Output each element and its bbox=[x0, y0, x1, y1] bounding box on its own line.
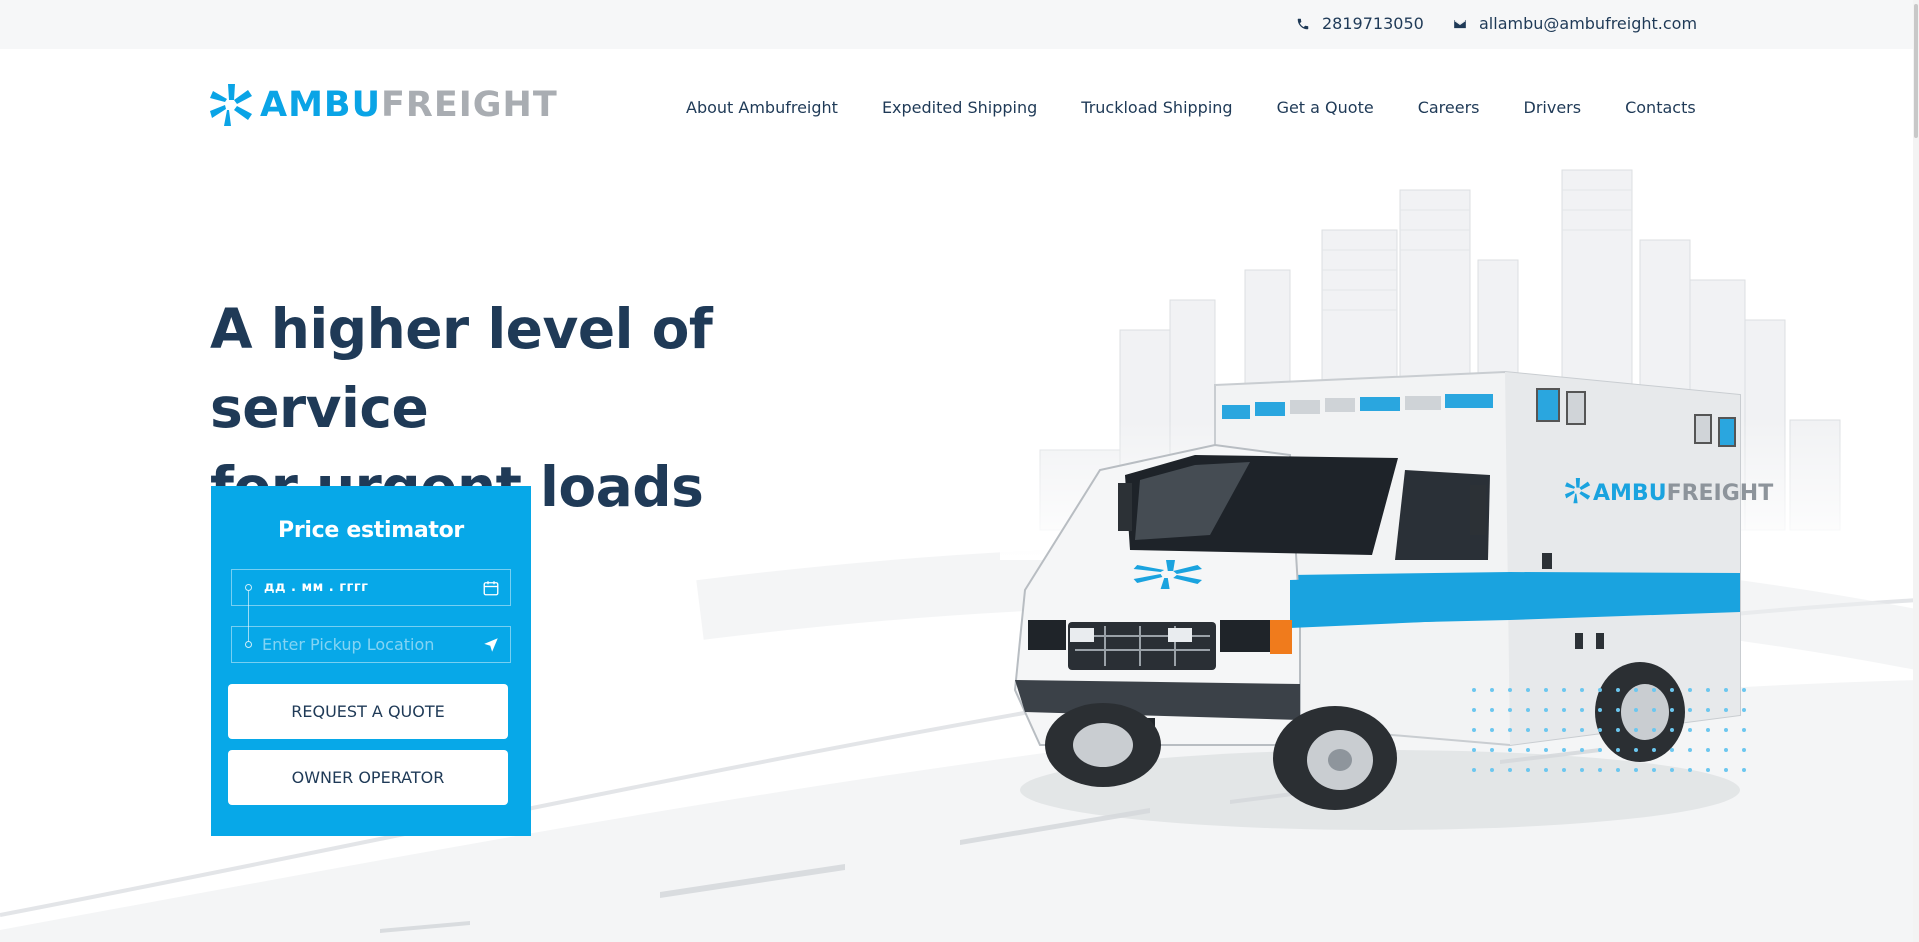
pickup-date-field[interactable]: дд . мм . гггг bbox=[231, 569, 511, 606]
email-address[interactable]: allambu@ambufreight.com bbox=[1479, 14, 1697, 33]
location-arrow-icon[interactable] bbox=[482, 636, 500, 654]
page-scrollbar[interactable] bbox=[1913, 0, 1919, 942]
phone-icon bbox=[1297, 18, 1309, 29]
phone-number[interactable]: 2819713050 bbox=[1322, 14, 1424, 33]
svg-text:AMBUFREIGHT: AMBUFREIGHT bbox=[1593, 481, 1773, 506]
pickup-location-field[interactable] bbox=[231, 626, 511, 663]
request-quote-button[interactable]: REQUEST A QUOTE bbox=[228, 684, 508, 739]
nav-expedited-shipping[interactable]: Expedited Shipping bbox=[882, 98, 1037, 117]
nav-about[interactable]: About Ambufreight bbox=[686, 98, 838, 117]
nav-careers[interactable]: Careers bbox=[1418, 98, 1480, 117]
calendar-icon[interactable] bbox=[482, 579, 500, 597]
site-logo[interactable]: AMBUFREIGHT bbox=[210, 84, 558, 126]
logo-wordmark: AMBUFREIGHT bbox=[260, 84, 558, 125]
phone-contact[interactable]: 2819713050 bbox=[1296, 14, 1424, 33]
pickup-date-value[interactable]: дд . мм . гггг bbox=[264, 580, 368, 595]
nav-contacts[interactable]: Contacts bbox=[1625, 98, 1696, 117]
mail-icon bbox=[1454, 19, 1466, 28]
star-of-life-icon bbox=[210, 84, 252, 126]
nav-truckload-shipping[interactable]: Truckload Shipping bbox=[1081, 98, 1232, 117]
nav-get-a-quote[interactable]: Get a Quote bbox=[1277, 98, 1374, 117]
headline-line-1: A higher level of service bbox=[210, 297, 713, 440]
main-nav: About Ambufreight Expedited Shipping Tru… bbox=[686, 98, 1696, 117]
price-estimator-card: Price estimator дд . мм . гггг REQUEST A… bbox=[211, 486, 531, 836]
nav-drivers[interactable]: Drivers bbox=[1524, 98, 1582, 117]
scrollbar-thumb[interactable] bbox=[1914, 4, 1918, 138]
estimator-title: Price estimator bbox=[278, 518, 464, 543]
owner-operator-button[interactable]: OWNER OPERATOR bbox=[228, 750, 508, 805]
pickup-location-input[interactable] bbox=[262, 627, 462, 662]
top-contact-bar: 2819713050 allambu@ambufreight.com bbox=[0, 0, 1919, 49]
email-contact[interactable]: allambu@ambufreight.com bbox=[1453, 14, 1697, 33]
